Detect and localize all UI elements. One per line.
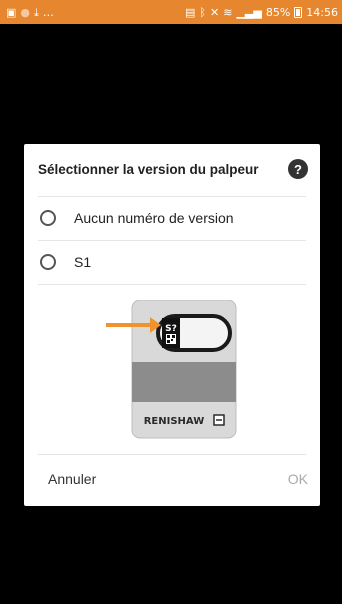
clock: 14:56 xyxy=(306,5,338,19)
probe-illustration: S? RENISHAW xyxy=(106,299,256,440)
option-label: S1 xyxy=(74,254,92,270)
divider xyxy=(38,240,306,241)
more-icon: … xyxy=(42,5,54,19)
notification-dot-icon: ● xyxy=(20,5,31,19)
version-badge: S? xyxy=(165,324,177,334)
image-icon: ▣ xyxy=(6,5,17,19)
option-no-version[interactable]: Aucun numéro de version xyxy=(38,198,306,238)
dialog-title: Sélectionner la version du palpeur xyxy=(38,162,259,177)
ok-button[interactable]: OK xyxy=(288,471,308,487)
brand-label: RENISHAW xyxy=(144,416,205,427)
radio-button[interactable] xyxy=(40,254,56,270)
radio-button[interactable] xyxy=(40,210,56,226)
mute-icon: ✕ xyxy=(210,5,220,19)
status-bar-left: ▣ ● ⤓ … xyxy=(6,7,54,18)
wifi-icon: ≋ xyxy=(223,5,233,19)
download-icon: ⤓ xyxy=(34,5,39,19)
signal-icon: ▁▃▅ xyxy=(236,5,262,19)
sim-icon: ▤ xyxy=(185,5,196,19)
help-icon[interactable]: ? xyxy=(288,159,308,179)
dialog-actions: Annuler OK xyxy=(24,456,320,506)
battery-icon xyxy=(294,6,303,18)
divider xyxy=(38,454,306,455)
bluetooth-icon: ᛒ xyxy=(199,5,207,19)
divider xyxy=(38,284,306,285)
battery-percent: 85% xyxy=(265,5,291,19)
option-s1[interactable]: S1 xyxy=(38,242,306,282)
cancel-button[interactable]: Annuler xyxy=(48,471,96,487)
status-bar-right: ▤ ᛒ ✕ ≋ ▁▃▅ 85% 14:56 xyxy=(185,6,338,19)
probe-version-dialog: Sélectionner la version du palpeur ? Auc… xyxy=(24,144,320,506)
option-label: Aucun numéro de version xyxy=(74,210,234,226)
probe-image: S? RENISHAW xyxy=(106,299,237,439)
status-bar: ▣ ● ⤓ … ▤ ᛒ ✕ ≋ ▁▃▅ 85% 14:56 xyxy=(0,0,342,24)
divider xyxy=(38,196,306,197)
